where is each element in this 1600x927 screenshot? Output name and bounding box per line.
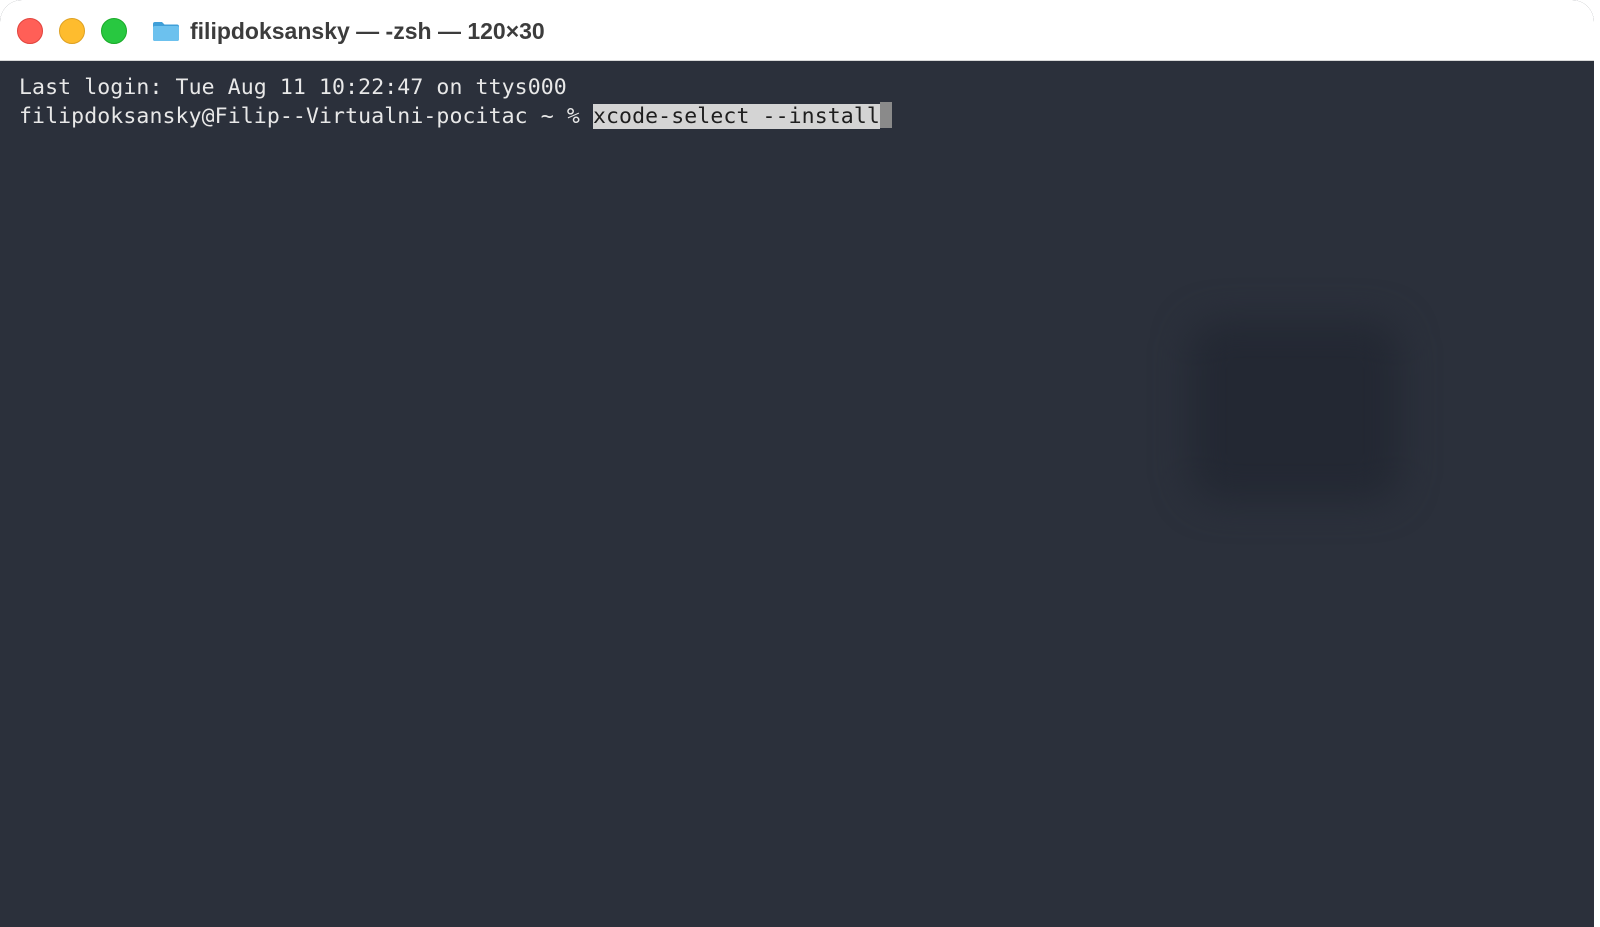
prompt-line: filipdoksansky@Filip--Virtualni-pocitac … (19, 102, 892, 129)
text-cursor (879, 102, 892, 128)
close-button[interactable] (17, 18, 43, 44)
minimize-button[interactable] (59, 18, 85, 44)
last-login-line: Last login: Tue Aug 11 10:22:47 on ttys0… (19, 75, 567, 100)
zoom-button[interactable] (101, 18, 127, 44)
window-title: filipdoksansky — -zsh — 120×30 (190, 17, 545, 44)
command-input[interactable]: xcode-select --install (592, 104, 880, 129)
folder-icon (153, 22, 179, 41)
background-shadow (1190, 321, 1400, 501)
title-bar[interactable]: filipdoksansky — -zsh — 120×30 (0, 0, 1594, 61)
window-title-group: filipdoksansky — -zsh — 120×30 (152, 16, 545, 46)
terminal-content[interactable]: Last login: Tue Aug 11 10:22:47 on ttys0… (0, 61, 1594, 927)
terminal-window: filipdoksansky — -zsh — 120×30 Last logi… (0, 0, 1594, 927)
shell-prompt: filipdoksansky@Filip--Virtualni-pocitac … (19, 104, 593, 129)
